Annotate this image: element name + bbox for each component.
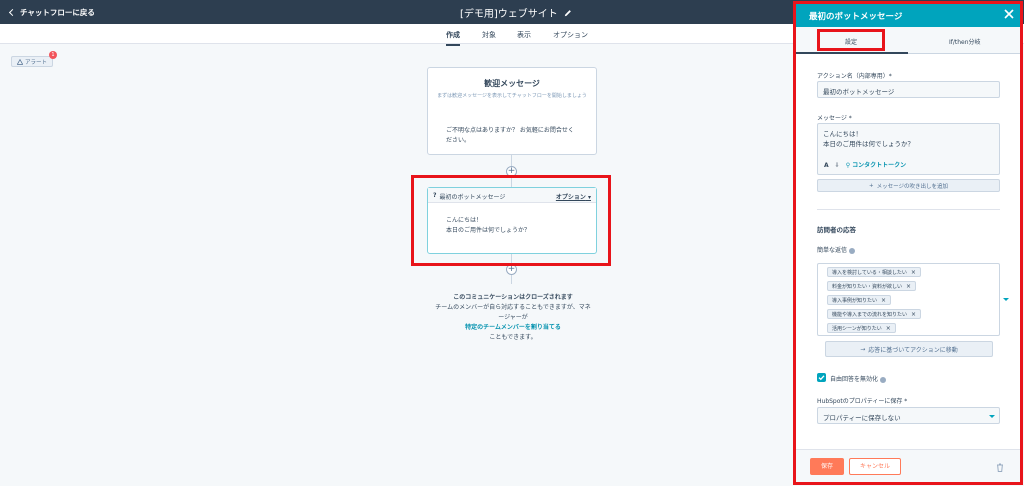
tab-build[interactable]: 作成 [446, 30, 460, 46]
page-title: [デモ用]ウェブサイト [460, 5, 572, 20]
welcome-message-line: ご不明な点はありますか？ お気軽にお問合せく [446, 127, 574, 134]
back-to-chatflows-link[interactable]: チャットフローに戻る [8, 7, 95, 18]
welcome-message-line: ださい。 [446, 137, 471, 144]
alert-label: アラート [25, 59, 48, 66]
page-title-text: [デモ用]ウェブサイト [460, 9, 558, 20]
back-link-label: チャットフローに戻る [20, 8, 95, 17]
highlight-box-bot-card [411, 175, 611, 266]
closed-note-text: こともできます。 [489, 334, 537, 341]
tab-target[interactable]: 対象 [482, 30, 496, 40]
welcome-message-card[interactable]: 歓迎メッセージ まずは歓迎メッセージを表示してチャットフローを開始しましょう ご… [427, 67, 597, 155]
alert-count-badge: 1 [49, 51, 57, 59]
tab-options[interactable]: オプション [553, 30, 588, 40]
warning-icon [17, 58, 23, 65]
alert-button[interactable]: アラート [11, 56, 54, 67]
closed-note-text: チームのメンバーが自ら対応することもできますが、マネ [435, 304, 591, 311]
closed-note-title: このコミュニケーションはクローズされます [453, 294, 573, 301]
highlight-box-panel [793, 1, 1023, 485]
welcome-card-title: 歓迎メッセージ [484, 79, 540, 88]
chevron-left-icon [8, 8, 17, 17]
assign-team-member-link[interactable]: 特定のチームメンバーを割り当てる [420, 323, 606, 333]
pencil-icon[interactable] [564, 9, 572, 17]
welcome-card-message: ご不明な点はありますか？ お気軽にお問合せく ださい。 [446, 126, 584, 146]
welcome-card-subtitle: まずは歓迎メッセージを表示してチャットフローを開始しましょう [437, 93, 587, 99]
closed-note-text: ージャーが [498, 314, 528, 321]
tab-display[interactable]: 表示 [517, 30, 531, 40]
conversation-closed-note: このコミュニケーションはクローズされます チームのメンバーが自ら対応することもで… [420, 293, 606, 343]
